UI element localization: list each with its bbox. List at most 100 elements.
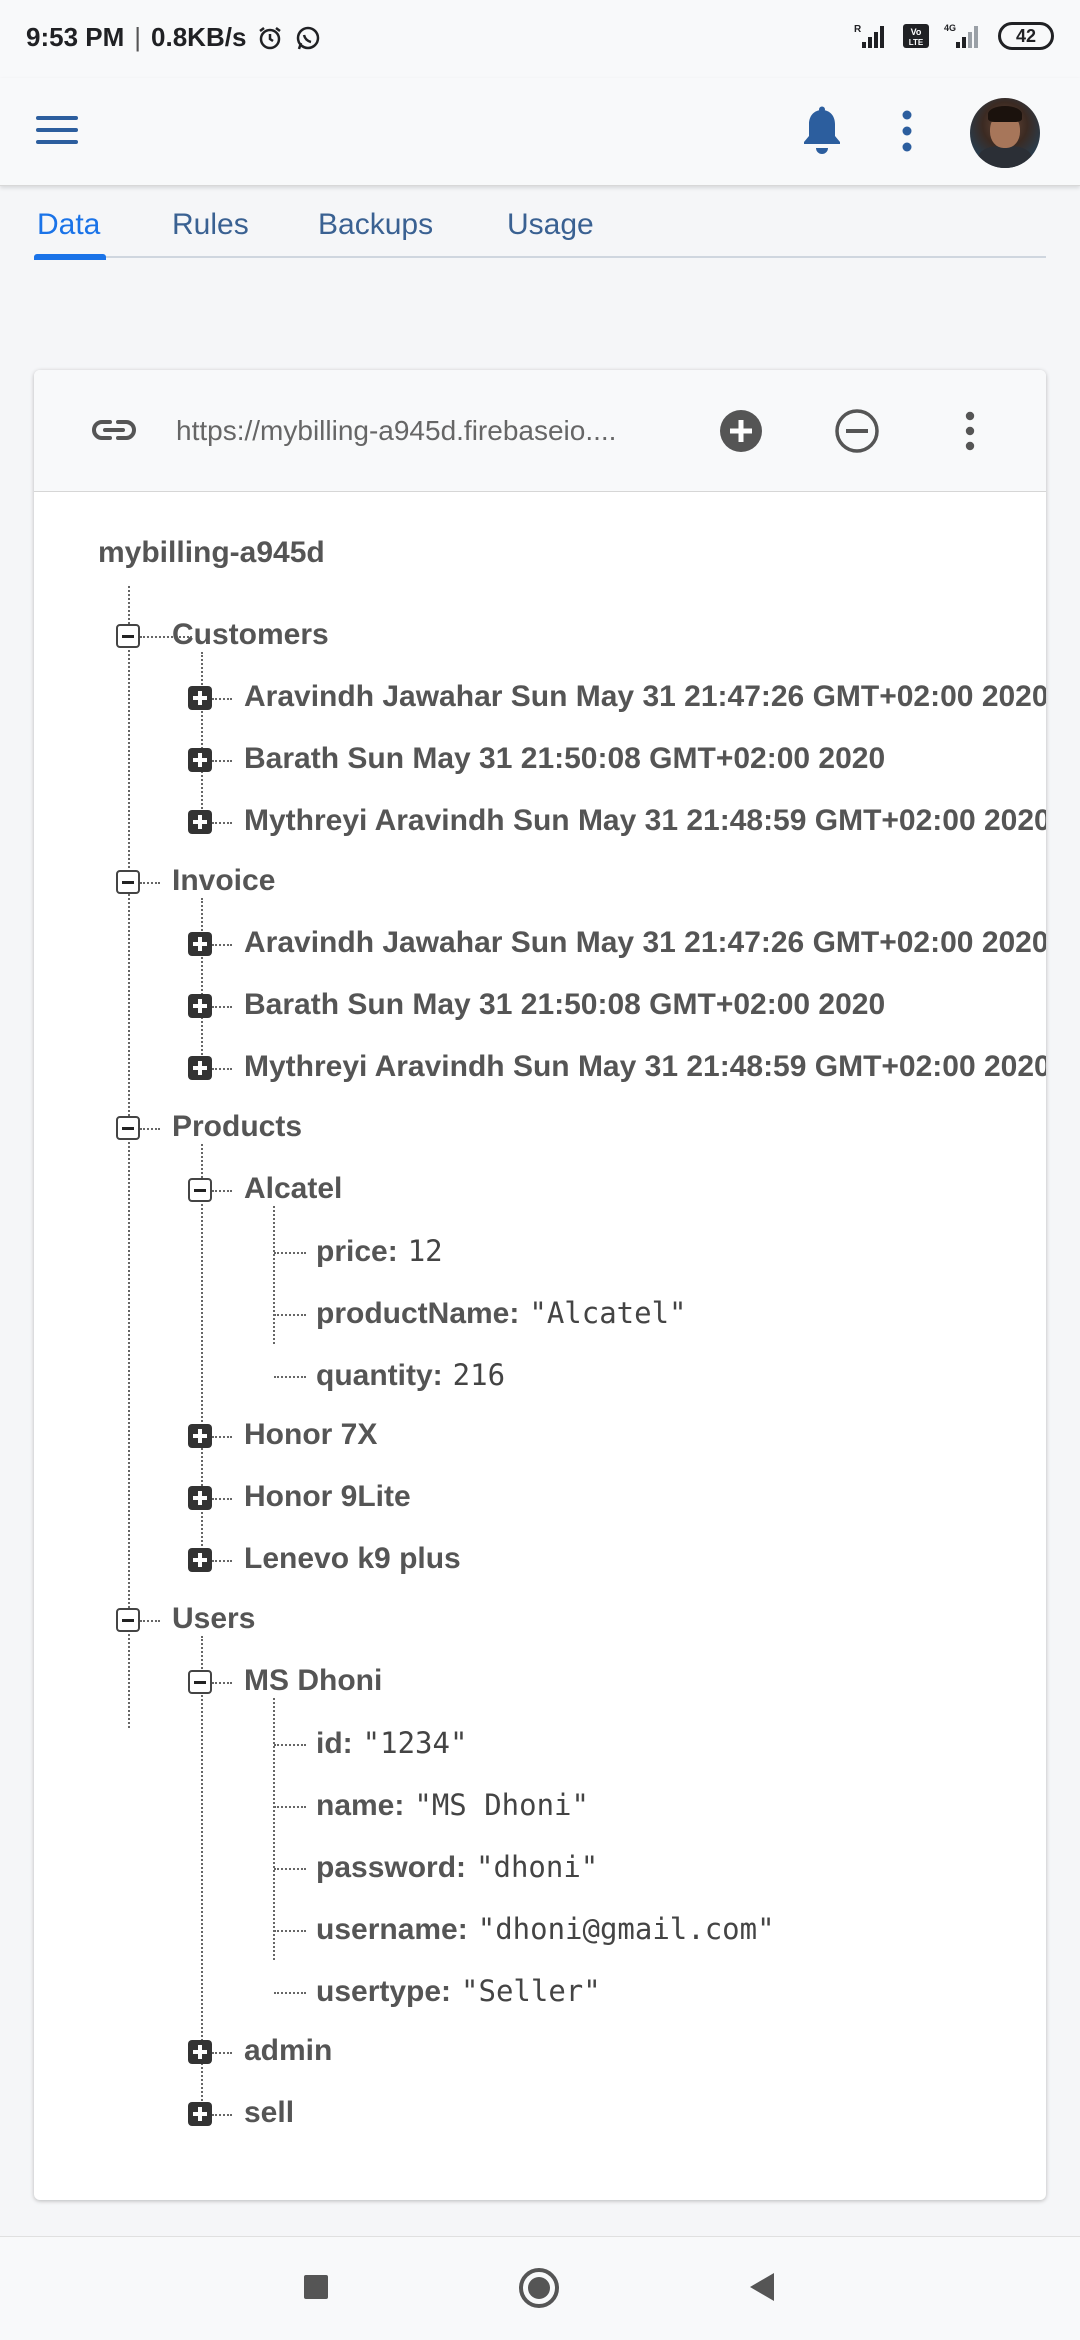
home-icon[interactable] [518,2267,560,2309]
node-product[interactable]: Lenevo k9 plus [244,1542,461,1576]
tab-usage[interactable]: Usage [507,208,594,242]
collapse-toggle-alcatel[interactable] [188,1178,212,1202]
node-alcatel[interactable]: Alcatel [244,1172,342,1206]
avatar[interactable] [970,98,1040,168]
field-value: 216 [452,1358,506,1392]
tree-connector [212,944,232,946]
node-invoice-item[interactable]: Aravindh Jawahar Sun May 31 21:47:26 GMT… [244,926,1046,960]
node-customer[interactable]: Aravindh Jawahar Sun May 31 21:47:26 GMT… [244,680,1046,714]
field-value: "dhoni" [476,1850,599,1884]
node-customers[interactable]: Customers [172,618,329,652]
tree-connector [212,1006,232,1008]
node-invoice-item[interactable]: Mythreyi Aravindh Sun May 31 21:48:59 GM… [244,1050,1046,1084]
tab-active-indicator [34,254,106,260]
tree-line [128,586,130,1728]
avatar-body [978,146,1032,168]
tree-line [201,898,203,1058]
remove-icon[interactable] [834,408,880,454]
field-key: password: [316,1851,467,1884]
node-invoice-item[interactable]: Barath Sun May 31 21:50:08 GMT+02:00 202… [244,988,885,1022]
tree-connector [274,1992,306,1994]
recents-icon[interactable] [302,2273,330,2301]
tree-root[interactable]: mybilling-a945d [98,536,325,570]
expand-toggle[interactable] [188,1548,212,1572]
expand-toggle[interactable] [188,748,212,772]
expand-toggle[interactable] [188,994,212,1018]
more-vert-icon[interactable] [892,108,922,154]
tree-connector [274,1376,306,1378]
collapse-toggle-invoice[interactable] [116,870,140,894]
collapse-toggle-products[interactable] [116,1116,140,1140]
field-usertype[interactable]: usertype: "Seller" [316,1974,601,2009]
tab-data[interactable]: Data [37,208,100,242]
expand-toggle[interactable] [188,686,212,710]
field-key: id: [316,1727,353,1760]
tree-connector [212,698,232,700]
tree-connector [274,1252,306,1254]
field-price[interactable]: price: 12 [316,1234,443,1269]
tree-connector [274,1868,306,1870]
field-quantity[interactable]: quantity: 216 [316,1358,505,1393]
node-product[interactable]: Honor 9Lite [244,1480,411,1514]
tree-connector [274,1744,306,1746]
expand-toggle[interactable] [188,932,212,956]
field-key: username: [316,1913,468,1946]
node-customer[interactable]: Barath Sun May 31 21:50:08 GMT+02:00 202… [244,742,885,776]
tree-connector [140,1620,160,1622]
node-ms-dhoni[interactable]: MS Dhoni [244,1664,382,1698]
add-icon[interactable] [718,408,764,454]
field-key: usertype: [316,1975,452,2008]
node-user[interactable]: sell [244,2096,294,2130]
tree-connector [212,2052,232,2054]
collapse-toggle-users[interactable] [116,1608,140,1632]
link-icon[interactable] [90,414,138,446]
tree-line [273,1206,275,1344]
expand-toggle[interactable] [188,2040,212,2064]
tab-rules[interactable]: Rules [172,208,249,242]
tab-backups[interactable]: Backups [318,208,433,242]
tree-connector [274,1314,306,1316]
tree-connector [212,1190,232,1192]
field-product-name[interactable]: productName: "Alcatel" [316,1296,687,1331]
collapse-toggle-ms-dhoni[interactable] [188,1670,212,1694]
field-username[interactable]: username: "dhoni@gmail.com" [316,1912,775,1947]
field-value: "Alcatel" [529,1296,687,1330]
back-icon[interactable] [746,2271,776,2303]
status-right: R Vo LTE 4G 42 [854,22,1054,50]
card-more-vert-icon[interactable] [958,408,982,454]
svg-text:LTE: LTE [909,38,924,47]
field-value: "1234" [362,1726,468,1760]
menu-icon[interactable] [36,110,78,152]
field-key: price: [316,1235,398,1268]
node-products[interactable]: Products [172,1110,302,1144]
collapse-toggle-customers[interactable] [116,624,140,648]
node-user[interactable]: admin [244,2034,332,2068]
battery-indicator: 42 [998,22,1054,50]
svg-text:4G: 4G [944,23,956,33]
tree-line [201,1636,203,2104]
tab-divider [34,256,1046,258]
expand-toggle[interactable] [188,1424,212,1448]
app-bar [0,78,1080,186]
tree-connector [140,882,160,884]
expand-toggle[interactable] [188,1056,212,1080]
node-users[interactable]: Users [172,1602,255,1636]
database-url[interactable]: https://mybilling-a945d.firebaseio.... [176,415,686,447]
tree-connector [212,2114,232,2116]
expand-toggle[interactable] [188,2102,212,2126]
expand-toggle[interactable] [188,1486,212,1510]
node-product[interactable]: Honor 7X [244,1418,377,1452]
field-id[interactable]: id: "1234" [316,1726,467,1761]
field-key: name: [316,1789,405,1822]
field-name[interactable]: name: "MS Dhoni" [316,1788,589,1823]
signal-icon: R [854,24,884,48]
node-customer[interactable]: Mythreyi Aravindh Sun May 31 21:48:59 GM… [244,804,1046,838]
field-password[interactable]: password: "dhoni" [316,1850,598,1885]
tab-bar: Data Rules Backups Usage [0,186,1080,266]
field-value: "MS Dhoni" [414,1788,589,1822]
whatsapp-icon [297,26,320,49]
expand-toggle[interactable] [188,810,212,834]
svg-text:Vo: Vo [911,27,922,37]
node-invoice[interactable]: Invoice [172,864,275,898]
bell-icon[interactable] [800,106,844,156]
